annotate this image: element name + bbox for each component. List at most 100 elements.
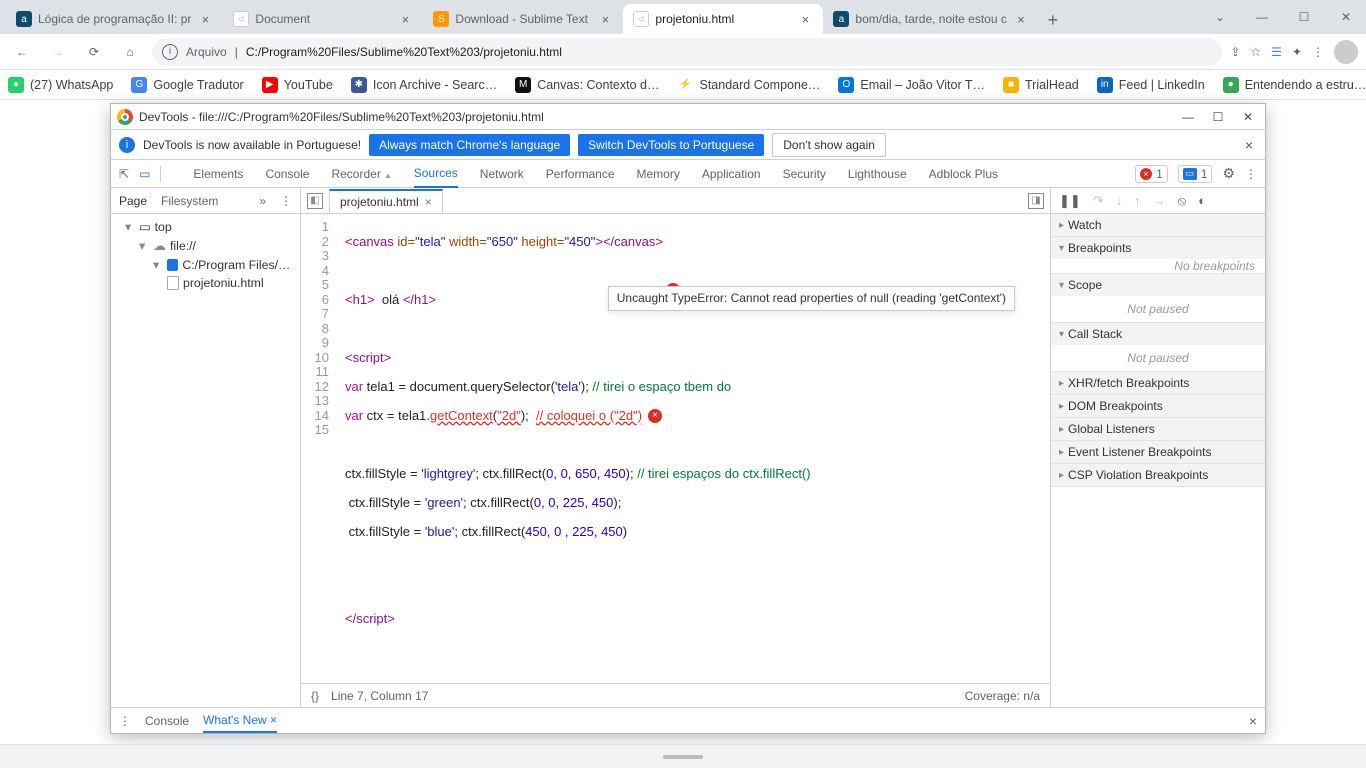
browser-tab-active[interactable]: ○projetoniu.html× — [623, 4, 823, 34]
close-icon[interactable]: × — [797, 11, 813, 27]
error-icon[interactable]: × — [648, 409, 662, 423]
tree-node-origin[interactable]: ☁file:// — [115, 236, 296, 256]
close-icon[interactable]: × — [1249, 713, 1257, 729]
bottom-drag-handle[interactable] — [0, 744, 1366, 768]
bookmark-item[interactable]: ✱Icon Archive - Searc… — [351, 77, 497, 93]
step-out-icon[interactable]: ↑ — [1134, 193, 1141, 208]
star-icon[interactable]: ☆ — [1250, 45, 1261, 59]
share-icon[interactable]: ⇪ — [1230, 45, 1240, 59]
section-watch[interactable]: Watch — [1051, 214, 1265, 237]
profile-avatar[interactable] — [1334, 40, 1358, 64]
bookmark-item[interactable]: ■TrialHead — [1003, 77, 1079, 93]
message-count-badge[interactable]: ▭1 — [1178, 165, 1213, 183]
devtools-titlebar[interactable]: DevTools - file:///C:/Program%20Files/Su… — [111, 104, 1265, 130]
browser-tab[interactable]: SDownload - Sublime Text× — [423, 4, 623, 34]
home-button[interactable]: ⌂ — [116, 38, 144, 66]
tree-node-top[interactable]: ▭top — [115, 218, 296, 236]
section-event-bp[interactable]: Event Listener Breakpoints — [1051, 441, 1265, 464]
tab-network[interactable]: Network — [480, 161, 524, 187]
tree-node-folder[interactable]: C:/Program Files/Sublime — [115, 256, 296, 274]
section-csp-bp[interactable]: CSP Violation Breakpoints — [1051, 464, 1265, 487]
translate-icon[interactable]: ☰ — [1271, 45, 1282, 59]
device-icon[interactable]: ▭ — [139, 167, 150, 181]
browser-tab[interactable]: aLógica de programação II: pr× — [6, 4, 223, 34]
pause-exceptions-icon[interactable]: ◐ — [1198, 193, 1206, 208]
nav-tab-filesystem[interactable]: Filesystem — [161, 194, 218, 208]
bookmark-item[interactable]: ▶YouTube — [262, 77, 333, 93]
close-icon[interactable]: × — [397, 11, 413, 27]
browser-tab[interactable]: abom/dia, tarde, noite estou c× — [823, 4, 1038, 34]
chevron-down-icon[interactable]: ⌄ — [1206, 10, 1234, 24]
minimize-icon[interactable]: — — [1177, 110, 1199, 124]
menu-icon[interactable]: ⋮ — [1312, 45, 1324, 59]
maximize-icon[interactable]: ☐ — [1290, 10, 1318, 24]
reload-button[interactable]: ⟳ — [80, 38, 108, 66]
tab-recorder[interactable]: Recorder — [331, 161, 391, 187]
maximize-icon[interactable]: ☐ — [1207, 110, 1229, 124]
bookmark-item[interactable]: ⚡Standard Compone… — [678, 77, 821, 93]
tab-adblock[interactable]: Adblock Plus — [929, 161, 998, 187]
format-icon[interactable]: {} — [311, 689, 319, 703]
deactivate-bp-icon[interactable]: ⦸ — [1178, 193, 1186, 209]
extensions-icon[interactable]: ✦ — [1292, 45, 1302, 59]
gear-icon[interactable]: ⚙ — [1222, 165, 1235, 182]
switch-language-button[interactable]: Switch DevTools to Portuguese — [578, 134, 764, 156]
new-tab-button[interactable]: + — [1039, 6, 1067, 34]
close-icon[interactable]: × — [197, 11, 213, 27]
more-icon[interactable]: » — [259, 194, 266, 208]
bookmark-item[interactable]: inFeed | LinkedIn — [1097, 77, 1205, 93]
address-bar[interactable]: i Arquivo | C:/Program%20Files/Sublime%2… — [152, 38, 1222, 66]
tab-sources[interactable]: Sources — [414, 160, 458, 188]
debugger-toggle-icon[interactable]: ◨ — [1028, 193, 1044, 209]
tab-application[interactable]: Application — [702, 161, 761, 187]
step-into-icon[interactable]: ↓ — [1116, 193, 1123, 208]
bookmark-item[interactable]: ●Entendendo a estru… — [1223, 77, 1366, 93]
close-icon[interactable]: × — [270, 713, 277, 727]
bookmark-item[interactable]: ●(27) WhatsApp — [8, 77, 113, 93]
file-tab[interactable]: projetoniu.html× — [329, 189, 443, 213]
more-icon[interactable]: ⋮ — [119, 714, 131, 728]
match-language-button[interactable]: Always match Chrome's language — [369, 134, 570, 156]
section-scope[interactable]: ScopeNot paused — [1051, 274, 1265, 323]
minimize-icon[interactable]: — — [1248, 10, 1276, 24]
close-icon[interactable]: × — [597, 11, 613, 27]
nav-tab-page[interactable]: Page — [119, 194, 147, 208]
step-icon[interactable]: → — [1153, 193, 1166, 208]
close-icon[interactable]: ✕ — [1237, 110, 1259, 124]
bookmark-item[interactable]: GGoogle Tradutor — [131, 77, 243, 93]
tab-elements[interactable]: Elements — [193, 161, 243, 187]
tab-lighthouse[interactable]: Lighthouse — [848, 161, 907, 187]
code-content[interactable]: <canvas id="tela" width="650" height="45… — [337, 214, 1050, 683]
drawer-tab-console[interactable]: Console — [145, 710, 189, 732]
section-global-listeners[interactable]: Global Listeners — [1051, 418, 1265, 441]
section-breakpoints[interactable]: BreakpointsNo breakpoints — [1051, 237, 1265, 274]
error-count-badge[interactable]: ×1 — [1135, 165, 1168, 183]
section-dom-bp[interactable]: DOM Breakpoints — [1051, 395, 1265, 418]
pause-icon[interactable]: ❚❚ — [1059, 193, 1081, 209]
dont-show-button[interactable]: Don't show again — [772, 133, 886, 157]
bookmark-item[interactable]: OEmail – João Vitor T… — [838, 77, 985, 93]
close-icon[interactable]: ✕ — [1332, 10, 1360, 24]
tree-node-file[interactable]: projetoniu.html — [115, 274, 296, 292]
inspect-icon[interactable]: ⇱ — [119, 167, 129, 181]
bookmark-item[interactable]: MCanvas: Contexto d… — [515, 77, 659, 93]
close-icon[interactable]: × — [425, 195, 432, 209]
drawer-tab-whatsnew[interactable]: What's New × — [203, 709, 277, 733]
close-icon[interactable]: × — [1241, 137, 1257, 153]
more-icon[interactable]: ⋮ — [280, 194, 292, 208]
tab-security[interactable]: Security — [783, 161, 826, 187]
more-icon[interactable]: ⋮ — [1245, 167, 1257, 181]
section-callstack[interactable]: Call StackNot paused — [1051, 323, 1265, 372]
back-button[interactable]: ← — [8, 38, 36, 66]
code-editor[interactable]: 123456789101112131415 <canvas id="tela" … — [301, 214, 1050, 683]
close-icon[interactable]: × — [1013, 11, 1029, 27]
tab-console[interactable]: Console — [265, 161, 309, 187]
browser-tab[interactable]: ○Document× — [223, 4, 423, 34]
tab-performance[interactable]: Performance — [546, 161, 615, 187]
step-over-icon[interactable]: ↷ — [1093, 193, 1104, 209]
tab-memory[interactable]: Memory — [637, 161, 680, 187]
section-xhr-bp[interactable]: XHR/fetch Breakpoints — [1051, 372, 1265, 395]
forward-button[interactable]: → — [44, 38, 72, 66]
info-icon[interactable]: i — [162, 44, 178, 60]
nav-toggle-icon[interactable]: ◧ — [307, 193, 323, 209]
